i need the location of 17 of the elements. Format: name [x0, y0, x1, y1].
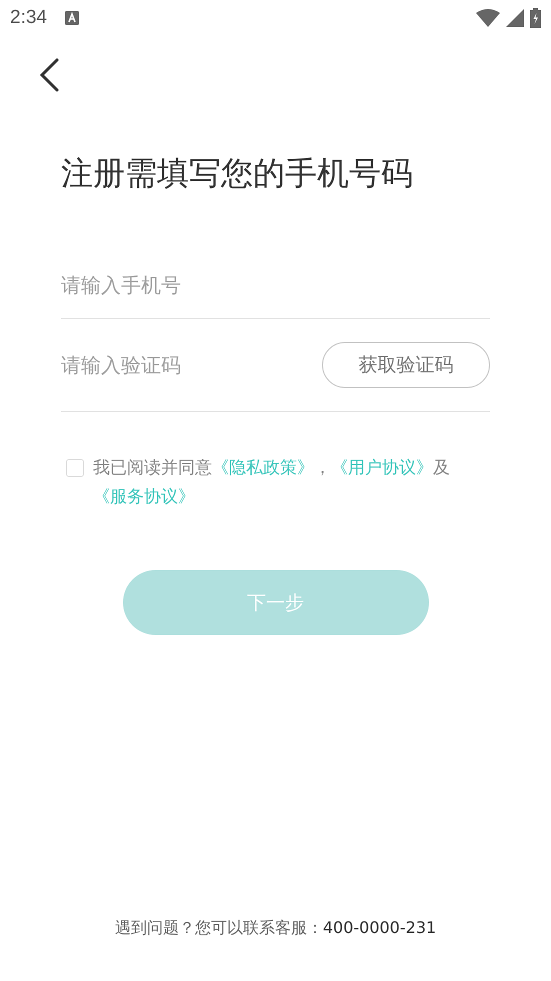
status-time: 2:34	[10, 7, 47, 29]
phone-link[interactable]: 400-0000-231	[322, 918, 436, 937]
page-title: 注册需填写您的手机号码	[61, 153, 414, 194]
support-text: 遇到问题？您可以联系客服：400-0000-231	[114, 918, 438, 939]
agreement-link[interactable]: 《隐私政策》	[212, 458, 314, 478]
keyboard-icon	[64, 11, 79, 25]
agreement-link[interactable]: 《服务协议》	[93, 487, 195, 507]
get-code-button[interactable]: 获取验证码	[322, 342, 490, 388]
agreement-checkbox[interactable]	[66, 459, 84, 477]
agreement-text: 我已阅读并同意《隐私政策》，《用户协议》及 《服务协议》	[93, 457, 451, 509]
code-input-field[interactable]: 请输入验证码	[61, 353, 322, 377]
battery-icon	[530, 8, 541, 28]
signal-icon	[506, 9, 524, 27]
wifi-icon	[476, 9, 500, 27]
agreement-link[interactable]: 《用户协议》	[331, 458, 433, 478]
phone-input-field[interactable]: 请输入手机号	[61, 273, 490, 297]
back-icon[interactable]	[39, 58, 59, 92]
